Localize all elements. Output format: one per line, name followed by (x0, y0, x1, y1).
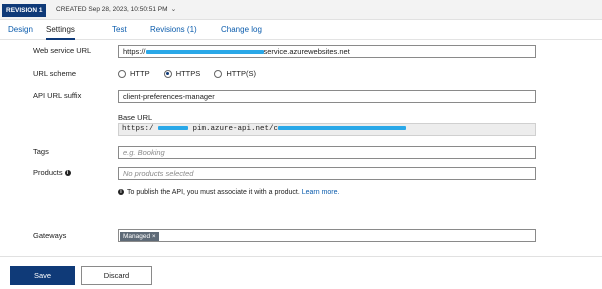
save-button[interactable]: Save (10, 266, 75, 285)
radio-http-s[interactable]: HTTP(S) (214, 69, 256, 78)
info-icon: i (118, 189, 124, 195)
radio-http-label: HTTP (130, 69, 150, 78)
radio-circle-selected (163, 69, 172, 78)
radio-circle (118, 69, 126, 78)
tab-revisions[interactable]: Revisions (1) (150, 25, 197, 34)
revision-created-dropdown[interactable]: CREATED Sep 28, 2023, 10:50:51 PM ⌄ (56, 5, 176, 13)
tab-design[interactable]: Design (8, 25, 33, 34)
products-label-group: Products i (33, 168, 71, 177)
base-url-prefix: https:/ (122, 125, 154, 133)
radio-https[interactable]: HTTPS (163, 69, 201, 78)
products-label: Products (33, 168, 63, 177)
created-text: CREATED Sep 28, 2023, 10:50:51 PM (56, 6, 168, 13)
learn-more-link[interactable]: Learn more. (302, 189, 340, 196)
info-icon[interactable]: i (64, 170, 71, 176)
gateway-chip-label: Managed (123, 233, 151, 240)
discard-button[interactable]: Discard (81, 266, 152, 285)
radio-https-label: HTTPS (175, 69, 201, 78)
radio-http-s-label: HTTP(S) (226, 69, 256, 78)
redaction-bar (158, 126, 189, 131)
radio-circle (214, 69, 223, 78)
gateways-label: Gateways (33, 231, 67, 240)
base-url-middle: pim.azure-api.net/c (192, 125, 279, 133)
tags-input[interactable]: e.g. Booking (118, 146, 536, 159)
tab-bar: Design Settings Test Revisions (1) Chang… (0, 20, 602, 40)
base-url-label: Base URL (118, 113, 153, 122)
close-icon[interactable]: × (152, 233, 156, 240)
gateway-chip-managed[interactable]: Managed × (120, 232, 159, 241)
redaction-bar (145, 50, 264, 55)
web-service-url-label: Web service URL (33, 46, 92, 55)
url-scheme-label: URL scheme (33, 69, 77, 78)
base-url-readonly: https:/ pim.azure-api.net/c (118, 123, 536, 136)
products-notice-text: To publish the API, you must associate i… (127, 189, 300, 196)
revision-bar: REVISION 1 CREATED Sep 28, 2023, 10:50:5… (0, 0, 602, 20)
web-service-url-prefix: https:// (123, 47, 146, 56)
gateways-input[interactable]: Managed × (118, 229, 536, 242)
tab-change-log[interactable]: Change log (221, 25, 262, 34)
tags-label: Tags (33, 147, 49, 156)
products-notice: i To publish the API, you must associate … (118, 189, 339, 196)
products-input[interactable]: No products selected (118, 167, 536, 180)
web-service-url-input[interactable]: https:// service.azurewebsites.net (118, 45, 536, 58)
chevron-down-icon[interactable]: ⌄ (171, 5, 177, 13)
api-url-suffix-input[interactable]: client-preferences-manager (118, 90, 536, 103)
web-service-url-suffix: service.azurewebsites.net (263, 47, 350, 56)
api-url-suffix-label: API URL suffix (33, 91, 82, 100)
tab-test[interactable]: Test (112, 25, 127, 34)
radio-http[interactable]: HTTP (118, 69, 150, 78)
redaction-bar (278, 126, 407, 131)
footer-divider (0, 256, 602, 257)
tab-settings[interactable]: Settings (46, 25, 75, 40)
url-scheme-radio-group: HTTP HTTPS HTTP(S) (118, 69, 268, 81)
revision-badge: REVISION 1 (2, 4, 47, 17)
